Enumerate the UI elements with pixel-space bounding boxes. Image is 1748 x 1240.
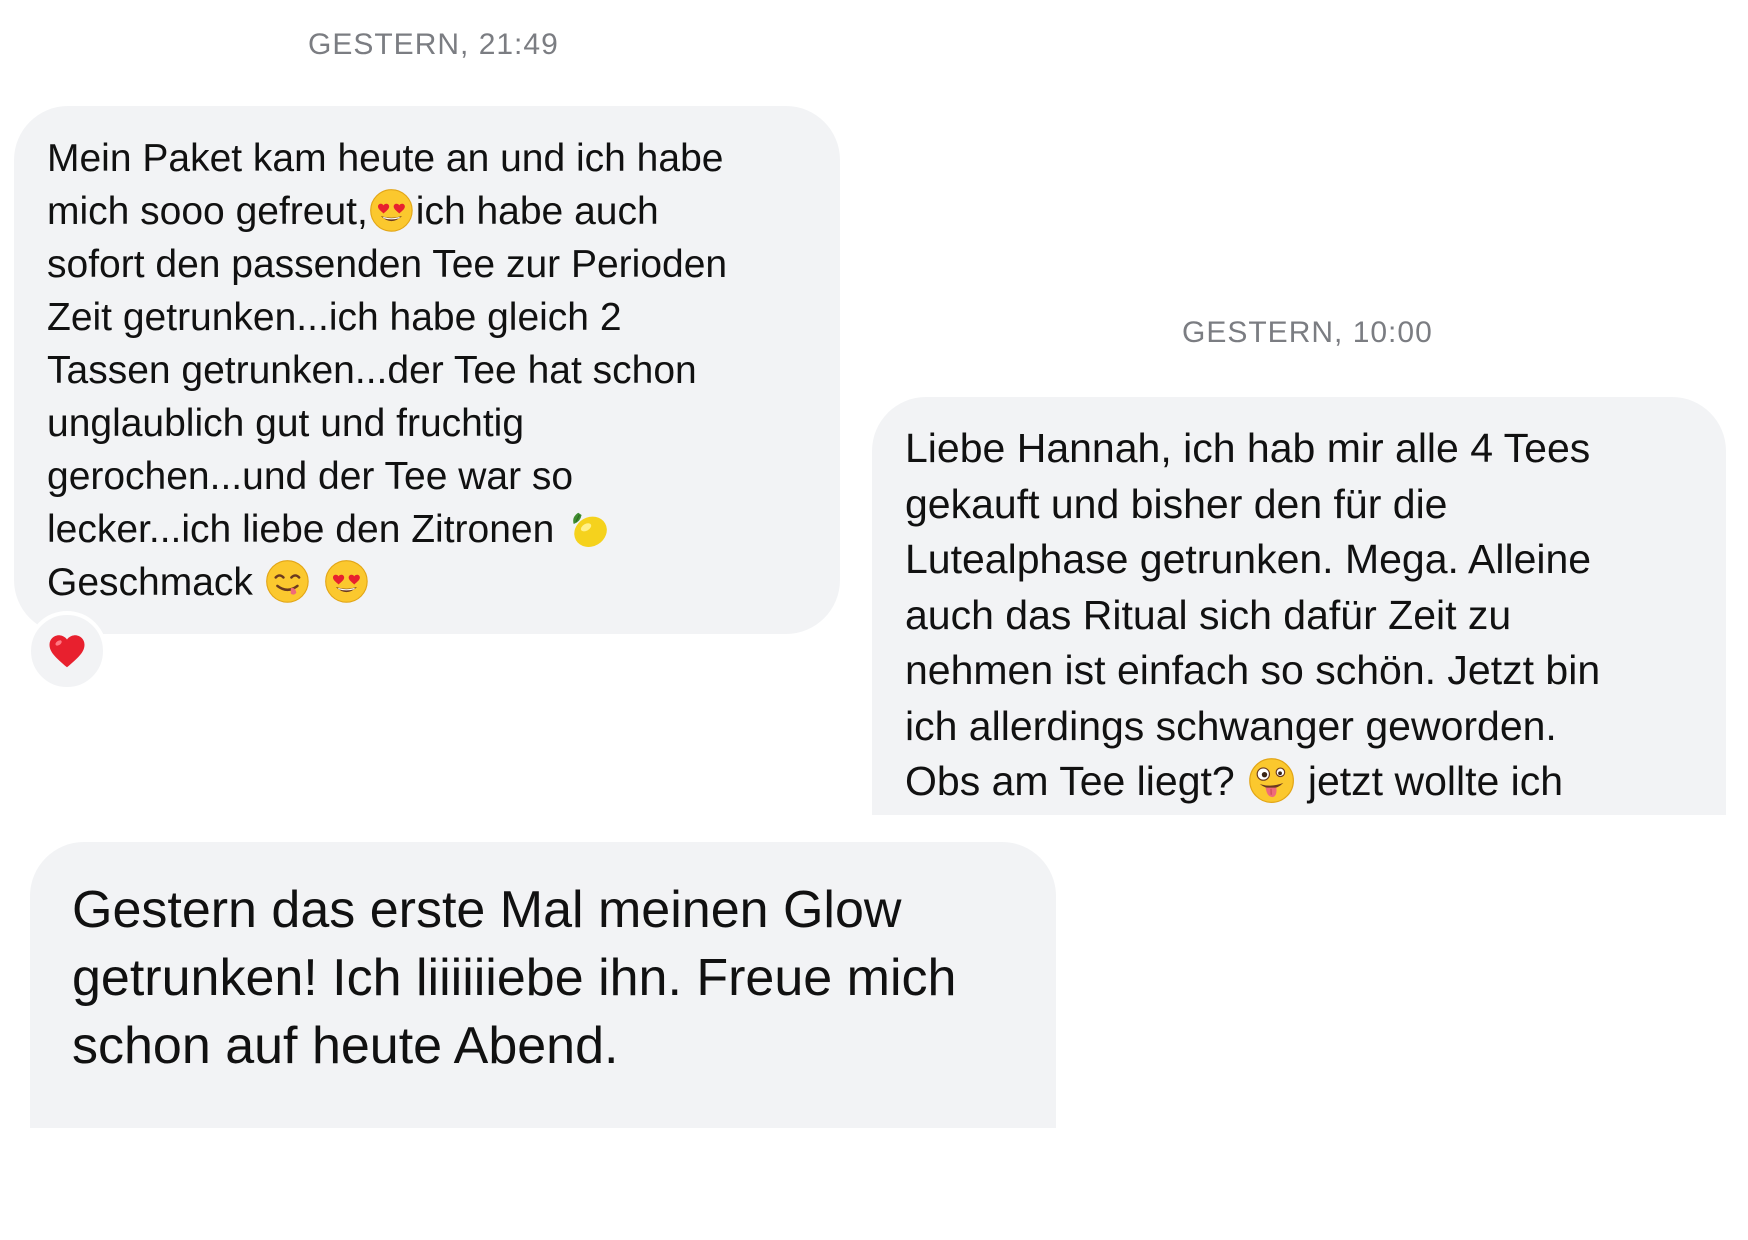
- timestamp-second: GESTERN, 10:00: [1182, 316, 1433, 349]
- message-line: Lutealphase getrunken. Mega. Alleine: [905, 536, 1592, 582]
- timestamp-first: GESTERN, 21:49: [308, 28, 559, 61]
- message-line: unglaublich gut und fruchtig: [47, 402, 525, 445]
- heart-eyes-emoji: [324, 559, 369, 604]
- message-bubble-lutealphase[interactable]: Liebe Hannah, ich hab mir alle 4 Tees ge…: [872, 397, 1726, 815]
- message-line: schon auf heute Abend.: [72, 1017, 619, 1075]
- message-line: gerochen...und der Tee war so: [47, 455, 574, 498]
- message-line: auch das Ritual sich dafür Zeit zu: [905, 591, 1512, 638]
- message-bubble-glow[interactable]: Gestern das erste Mal meinen Glow getrun…: [30, 842, 1056, 1128]
- message-line: lecker...ich liebe den Zitronen: [47, 503, 820, 556]
- message-line: nehmen ist einfach so schön. Jetzt bin: [905, 647, 1601, 693]
- message-line: Gestern das erste Mal meinen Glow: [72, 881, 902, 939]
- message-line: Zeit getrunken...ich habe gleich 2: [47, 296, 622, 339]
- message-line: Geschmack: [47, 556, 820, 609]
- message-line: getrunken! Ich liiiiiiebe ihn. Freue mic…: [72, 949, 957, 1007]
- yum-emoji: [265, 559, 310, 604]
- message-line: mich sooo gefreut, ich habe auch: [47, 185, 820, 238]
- message-line: ich allerdings schwanger geworden.: [905, 702, 1557, 749]
- message-line: Liebe Hannah, ich hab mir alle 4 Tees: [905, 425, 1591, 471]
- message-bubble-package-arrived[interactable]: Mein Paket kam heute an und ich habe mic…: [14, 106, 840, 634]
- message-line: Obs am Tee liegt? jetzt wollte ich: [905, 757, 1564, 804]
- message-line: Mein Paket kam heute an und ich habe: [47, 137, 724, 180]
- message-line: gekauft und bisher den für die: [905, 480, 1448, 527]
- lemon-emoji: [567, 506, 612, 551]
- message-line: sofort den passenden Tee zur Perioden: [47, 243, 728, 286]
- reaction-badge[interactable]: [27, 611, 107, 691]
- message-line: Tassen getrunken...der Tee hat schon: [47, 349, 697, 392]
- red-heart-icon: [46, 630, 88, 672]
- zany-face-emoji: [1248, 757, 1295, 804]
- heart-eyes-emoji: [369, 188, 414, 233]
